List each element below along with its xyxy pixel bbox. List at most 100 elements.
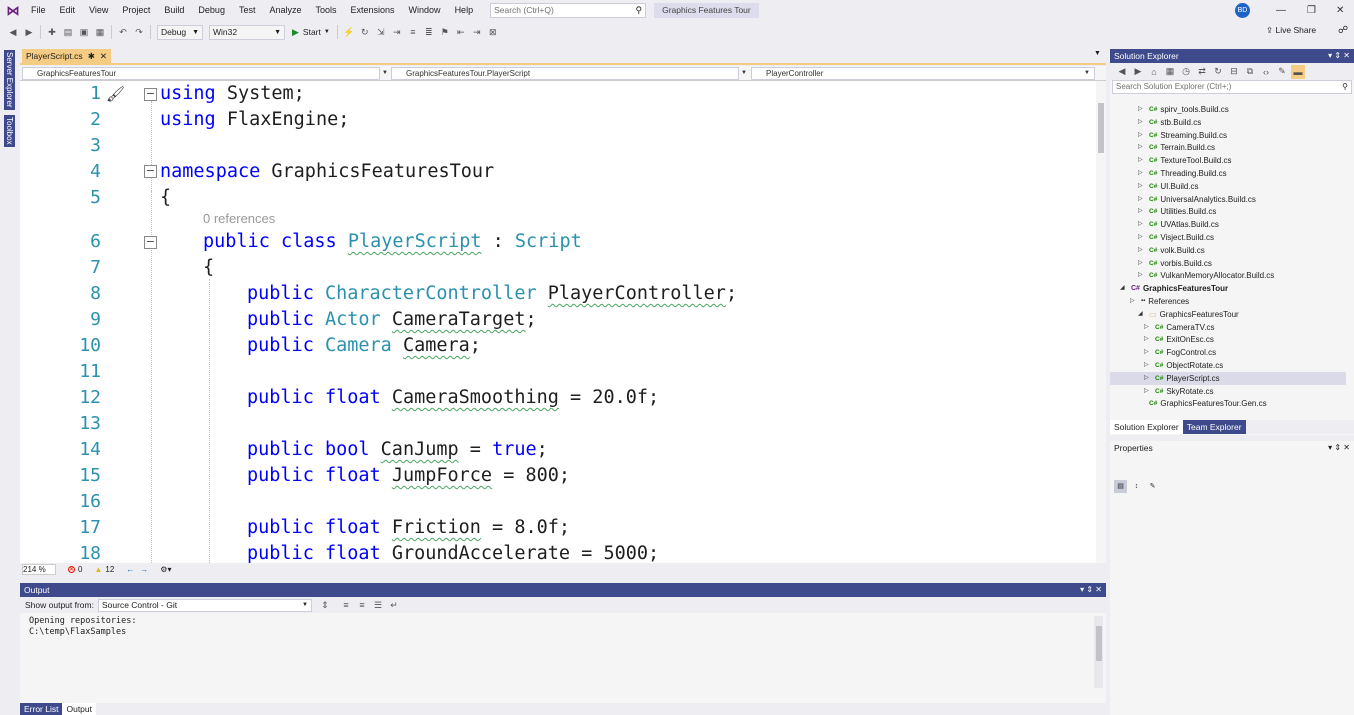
- tree-item[interactable]: ◢ ▭ GraphicsFeaturesTour: [1110, 308, 1346, 321]
- expand-icon[interactable]: ▷: [1144, 346, 1152, 359]
- solution-search-input[interactable]: Search Solution Explorer (Ctrl+;) ⚲: [1112, 80, 1352, 94]
- word-wrap-icon[interactable]: ↵: [387, 598, 401, 612]
- references-codelens[interactable]: 0 references: [203, 211, 275, 226]
- pending-changes-icon[interactable]: ◷: [1179, 65, 1193, 79]
- uncomment-icon[interactable]: ≣: [422, 25, 436, 39]
- next-bookmark-icon[interactable]: ⇥: [470, 25, 484, 39]
- tree-item[interactable]: ▷ C# volk.Build.cs: [1110, 244, 1346, 257]
- expand-icon[interactable]: ▷: [1138, 244, 1146, 257]
- menu-build[interactable]: Build: [157, 0, 191, 21]
- tab-solution-explorer[interactable]: Solution Explorer: [1110, 420, 1183, 434]
- error-count[interactable]: ✕ 0: [68, 565, 82, 574]
- zoom-select[interactable]: 214 %: [22, 564, 56, 575]
- visual-studio-logo-icon[interactable]: ⋈: [2, 0, 24, 21]
- categorized-icon[interactable]: ▤: [1114, 479, 1127, 493]
- back-icon[interactable]: ◀: [1115, 65, 1129, 79]
- switch-view-icon[interactable]: ▦: [1163, 65, 1177, 79]
- server-explorer-tab[interactable]: Server Explorer: [4, 50, 15, 110]
- expand-icon[interactable]: ▷: [1138, 103, 1146, 116]
- menu-help[interactable]: Help: [448, 0, 481, 21]
- search-input[interactable]: Search (Ctrl+Q) ⚲: [490, 3, 647, 18]
- tree-item[interactable]: ▷ C# ExitOnEsc.cs: [1110, 333, 1346, 346]
- tree-item[interactable]: ▷ C# UniversalAnalytics.Build.cs: [1110, 193, 1346, 206]
- expand-icon[interactable]: ▷: [1138, 193, 1146, 206]
- prev-bookmark-icon[interactable]: ⇤: [454, 25, 468, 39]
- tree-item[interactable]: ▷ C# Terrain.Build.cs: [1110, 141, 1346, 154]
- expand-icon[interactable]: ▷: [1138, 154, 1146, 167]
- tree-item[interactable]: ▷ C# SkyRotate.cs: [1110, 385, 1346, 398]
- warning-count[interactable]: ▲ 12: [94, 565, 114, 574]
- refresh-icon[interactable]: ↻: [1211, 65, 1225, 79]
- menu-view[interactable]: View: [82, 0, 115, 21]
- expand-icon[interactable]: ▷: [1130, 295, 1138, 308]
- expand-icon[interactable]: ▷: [1138, 116, 1146, 129]
- expand-icon[interactable]: ▷: [1138, 167, 1146, 180]
- scrollbar-thumb[interactable]: [1098, 103, 1104, 153]
- pin-icon[interactable]: ✱: [88, 49, 95, 64]
- tree-item[interactable]: ▷ C# ObjectRotate.cs: [1110, 359, 1346, 372]
- tab-output[interactable]: Output: [62, 703, 97, 715]
- tab-team-explorer[interactable]: Team Explorer: [1182, 420, 1246, 434]
- tree-item[interactable]: ◢ C# GraphicsFeaturesTour: [1110, 282, 1346, 295]
- clear-all-icon[interactable]: ☰: [371, 598, 385, 612]
- menu-file[interactable]: File: [24, 0, 53, 21]
- previous-message-icon[interactable]: ≡: [339, 598, 353, 612]
- tab-player-script[interactable]: PlayerScript.cs ✱ ✕: [22, 49, 111, 64]
- expand-icon[interactable]: ▷: [1144, 372, 1152, 385]
- property-pages-icon[interactable]: ✎: [1146, 480, 1159, 493]
- nav-back-icon[interactable]: ←: [126, 565, 134, 574]
- redo-icon[interactable]: ↷: [132, 25, 146, 39]
- minimize-icon[interactable]: —: [1276, 0, 1286, 21]
- save-all-icon[interactable]: ▦: [93, 25, 107, 39]
- nav-forward-icon[interactable]: →: [140, 565, 148, 574]
- tree-item[interactable]: ▷ C# UI.Build.cs: [1110, 180, 1346, 193]
- tree-item[interactable]: ▷ C# spirv_tools.Build.cs: [1110, 103, 1346, 116]
- tab-error-list[interactable]: Error List: [20, 703, 63, 715]
- menu-debug[interactable]: Debug: [191, 0, 232, 21]
- start-button[interactable]: ▶ Start ▼: [292, 27, 330, 38]
- undo-icon[interactable]: ↶: [116, 25, 130, 39]
- pin-icon[interactable]: ▾ ⇕ ✕: [1080, 583, 1102, 597]
- output-text[interactable]: Opening repositories: C:\temp\FlaxSample…: [29, 616, 136, 638]
- menu-extensions[interactable]: Extensions: [344, 0, 402, 21]
- collapse-all-icon[interactable]: ⊟: [1227, 65, 1241, 79]
- menu-tools[interactable]: Tools: [309, 0, 344, 21]
- expanded-icon[interactable]: ◢: [1138, 308, 1146, 321]
- expand-icon[interactable]: ▷: [1138, 141, 1146, 154]
- tree-item[interactable]: ▷ ▪▪ References: [1110, 295, 1346, 308]
- open-folder-icon[interactable]: ▤: [61, 25, 75, 39]
- expand-icon[interactable]: ▷: [1144, 321, 1152, 334]
- expand-icon[interactable]: ▷: [1144, 359, 1152, 372]
- expand-icon[interactable]: ▷: [1138, 205, 1146, 218]
- hot-reload-icon[interactable]: ↻: [358, 25, 372, 39]
- code-editor[interactable]: 🖌 − − − 0 references 1 using System; 2 u…: [20, 81, 1106, 563]
- bookmark-icon[interactable]: ⚑: [438, 25, 452, 39]
- class-nav-select[interactable]: GraphicsFeaturesTour.PlayerScript ▼: [391, 67, 747, 80]
- output-source-select[interactable]: Source Control - Git ▼: [97, 598, 312, 612]
- expand-icon[interactable]: ▷: [1144, 385, 1152, 398]
- attach-icon[interactable]: ⚡: [342, 25, 356, 39]
- platform-select[interactable]: Win32 ▼: [209, 24, 285, 40]
- save-icon[interactable]: ▣: [77, 25, 91, 39]
- expand-icon[interactable]: ▷: [1138, 269, 1146, 282]
- avatar[interactable]: BD: [1235, 3, 1250, 18]
- expand-icon[interactable]: ▷: [1138, 180, 1146, 193]
- tree-item[interactable]: ▷ C# UVAtlas.Build.cs: [1110, 218, 1346, 231]
- code-view-icon[interactable]: ‹›: [1259, 65, 1273, 79]
- restore-icon[interactable]: ❐: [1307, 0, 1316, 21]
- member-nav-select[interactable]: PlayerController ▼: [751, 67, 1095, 80]
- home-icon[interactable]: ⌂: [1147, 65, 1161, 79]
- properties-icon[interactable]: ✎: [1275, 65, 1289, 79]
- tree-item[interactable]: C# GraphicsFeaturesTour.Gen.cs: [1110, 397, 1346, 410]
- comment-icon[interactable]: ≡: [406, 25, 420, 39]
- tree-item[interactable]: ▷ C# Visject.Build.cs: [1110, 231, 1346, 244]
- menu-edit[interactable]: Edit: [53, 0, 83, 21]
- back-icon[interactable]: ◀: [6, 25, 20, 39]
- expand-icon[interactable]: ▷: [1138, 257, 1146, 270]
- tree-item[interactable]: ▷ C# CameraTV.cs: [1110, 321, 1346, 334]
- expand-icon[interactable]: ▷: [1138, 129, 1146, 142]
- pin-icon[interactable]: ▾ ⇕ ✕: [1328, 441, 1350, 455]
- close-icon[interactable]: ✕: [1336, 0, 1344, 21]
- clear-bookmarks-icon[interactable]: ⊠: [486, 25, 500, 39]
- menu-project[interactable]: Project: [115, 0, 157, 21]
